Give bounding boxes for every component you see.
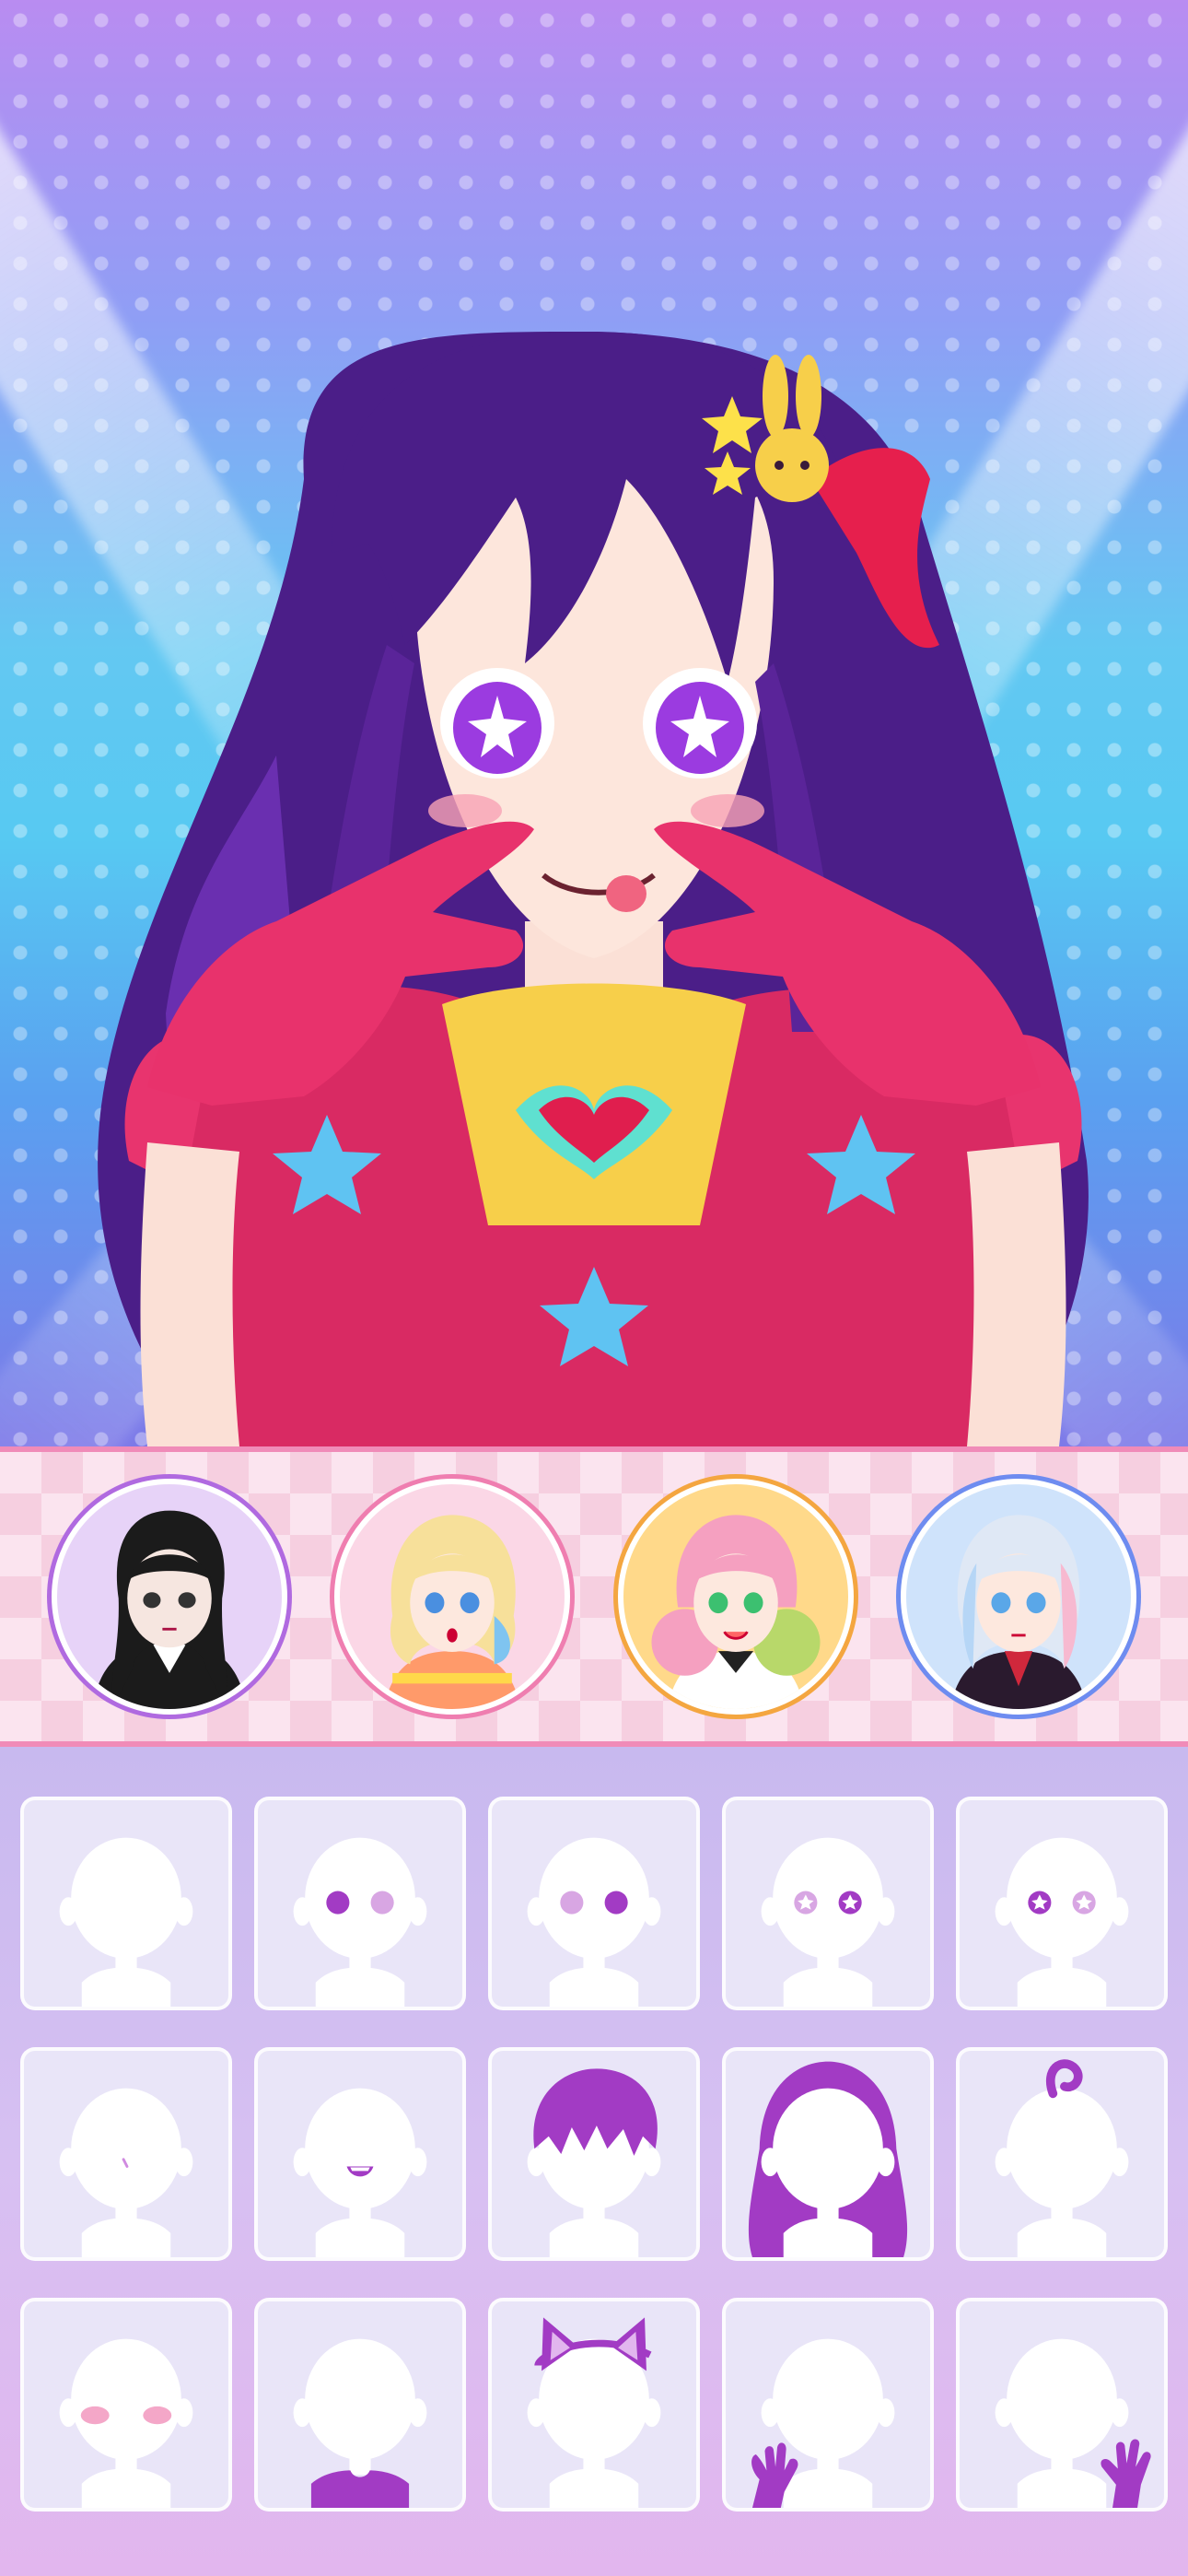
character-preview [98,332,1089,1446]
preset-silver-hair-girl[interactable] [901,1479,1137,1715]
character-stage [0,0,1188,1446]
back-hair-icon [748,2061,908,2257]
gloves-icon [751,2338,895,2508]
part-mouth[interactable] [254,2047,466,2261]
preset-pink-hair-girl-icon [651,1515,821,1709]
hair-accessory-icon [995,2059,1129,2257]
preset-blonde-girl[interactable] [334,1479,571,1715]
blush-icon [59,2338,193,2508]
part-eyes-style-1[interactable] [254,1797,466,2010]
cat-ears-icon [527,2317,661,2508]
hand-pose-icon [995,2338,1151,2508]
part-eyes-style-2[interactable] [488,1797,700,2010]
preset-pink-hair-girl[interactable] [617,1479,854,1715]
part-skin-body[interactable] [20,1797,232,2010]
top-clothing-icon [293,2338,427,2508]
preset-gothic-girl[interactable] [51,1479,287,1715]
eyes-style-4-icon [995,1837,1129,2007]
front-hair-icon [527,2068,661,2257]
preset-characters-strip [0,1446,1188,1747]
part-back-hair[interactable] [722,2047,934,2261]
mouth-icon [293,2088,427,2257]
part-eyes-style-4[interactable] [956,1797,1168,2010]
nose-icon [59,2088,193,2257]
part-gloves[interactable] [722,2298,934,2512]
eyes-style-3-icon [761,1837,895,2007]
part-front-hair[interactable] [488,2047,700,2261]
part-cat-ears[interactable] [488,2298,700,2512]
part-hand-pose[interactable] [956,2298,1168,2512]
preset-gothic-girl-icon [91,1510,247,1709]
preset-silver-hair-girl-icon [949,1515,1088,1709]
character-collar [442,983,746,1225]
preset-blonde-girl-icon [383,1515,521,1709]
eyes-style-2-icon [527,1837,661,2007]
part-nose[interactable] [20,2047,232,2261]
eyes-style-1-icon [293,1837,427,2007]
parts-grid [0,1747,1188,2576]
part-blush[interactable] [20,2298,232,2512]
part-eyes-style-3[interactable] [722,1797,934,2010]
part-hair-accessory[interactable] [956,2047,1168,2261]
part-top-clothing[interactable] [254,2298,466,2512]
skin-body-icon [59,1837,193,2007]
